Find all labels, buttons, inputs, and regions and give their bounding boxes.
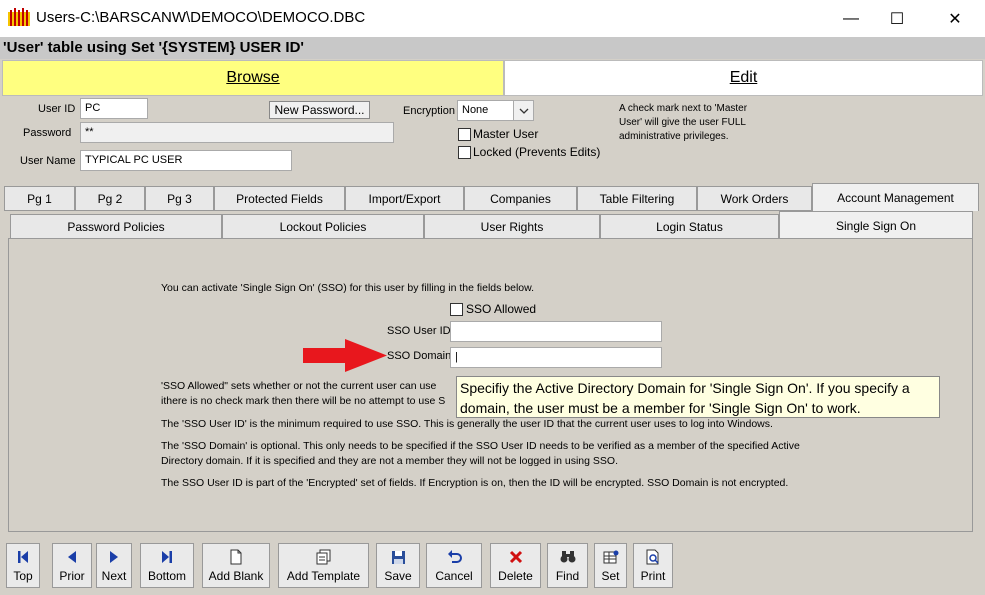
red-arrow-annotation <box>303 339 387 372</box>
next-button[interactable]: Next <box>96 543 132 588</box>
cancel-button[interactable]: Cancel <box>426 543 482 588</box>
binoculars-icon <box>560 549 576 565</box>
window-title: Users-C:\BARSCANW\DEMOCO\DEMOCO.DBC <box>36 9 366 26</box>
add-blank-button[interactable]: Add Blank <box>202 543 270 588</box>
toolbar-button-label: Top <box>13 569 33 583</box>
toolbar-button-label: Cancel <box>435 569 473 583</box>
delete-button[interactable]: Delete <box>490 543 541 588</box>
add-template-button[interactable]: Add Template <box>278 543 369 588</box>
toolbar-button-label: Print <box>640 569 666 583</box>
password-label: Password <box>23 127 72 139</box>
set-table-icon <box>603 549 619 565</box>
sso-domain-field[interactable]: | <box>450 347 662 368</box>
sso-domain-label: SSO Domain <box>387 350 452 362</box>
print-preview-icon <box>645 549 661 565</box>
password-field[interactable]: ** <box>80 122 394 143</box>
sso-allowed-help-line1: 'SSO Allowed" sets whether or not the cu… <box>161 380 437 392</box>
new-password-button[interactable]: New Password... <box>269 101 370 119</box>
locked-label: Locked (Prevents Edits) <box>473 145 601 159</box>
subtab-lockout-policies[interactable]: Lockout Policies <box>222 214 424 239</box>
sso-user-id-label: SSO User ID <box>387 325 451 337</box>
maximize-button[interactable]: ☐ <box>874 0 920 37</box>
tab-pg-3[interactable]: Pg 3 <box>145 186 214 211</box>
subtab-password-policies[interactable]: Password Policies <box>10 214 222 239</box>
locked-checkbox[interactable] <box>458 146 471 159</box>
subtab-login-status[interactable]: Login Status <box>600 214 779 239</box>
encryption-label: Encryption <box>403 105 455 117</box>
save-disk-icon <box>390 549 406 565</box>
user-id-label: User ID <box>38 103 76 115</box>
tab-pg-1[interactable]: Pg 1 <box>4 186 75 211</box>
master-user-note: A check mark next to 'Master User' will … <box>619 103 748 142</box>
user-name-field[interactable]: TYPICAL PC USER <box>80 150 292 171</box>
sso-user-id-field[interactable] <box>450 321 662 342</box>
set-button[interactable]: Set <box>594 543 627 588</box>
sso-domain-help-line2: Directory domain. If it is specified and… <box>161 455 618 467</box>
app-icon <box>8 8 30 26</box>
toolbar-button-label: Bottom <box>147 569 186 583</box>
sso-allowed-help-line2: ithere is no check mark then there will … <box>161 395 446 407</box>
sso-user-id-help: The 'SSO User ID' is the minimum require… <box>161 418 773 430</box>
tab-companies[interactable]: Companies <box>464 186 577 211</box>
chevron-down-icon[interactable] <box>513 101 533 120</box>
undo-icon <box>446 549 462 565</box>
tab-import-export[interactable]: Import/Export <box>345 186 464 211</box>
master-user-label: Master User <box>473 127 539 141</box>
bottom-icon <box>159 549 175 565</box>
subtab-user-rights[interactable]: User Rights <box>424 214 600 239</box>
close-button[interactable]: ✕ <box>932 0 978 37</box>
next-icon <box>106 549 122 565</box>
template-icon <box>316 549 332 565</box>
sso-encryption-help: The SSO User ID is part of the 'Encrypte… <box>161 477 789 489</box>
save-button[interactable]: Save <box>376 543 420 588</box>
tab-table-filtering[interactable]: Table Filtering <box>577 186 697 211</box>
tab-protected-fields[interactable]: Protected Fields <box>214 186 345 211</box>
top-icon <box>15 549 31 565</box>
toolbar-button-label: Prior <box>59 569 85 583</box>
toolbar-button-label: Add Template <box>286 569 361 583</box>
toolbar-button-label: Next <box>101 569 127 583</box>
toolbar-button-label: Delete <box>498 569 533 583</box>
prior-icon <box>64 549 80 565</box>
print-button[interactable]: Print <box>633 543 673 588</box>
user-name-label: User Name <box>20 155 76 167</box>
sso-allowed-label: SSO Allowed <box>466 302 537 316</box>
sso-allowed-checkbox[interactable] <box>450 303 463 316</box>
master-user-checkbox[interactable] <box>458 128 471 141</box>
minimize-button[interactable]: — <box>828 0 874 37</box>
toolbar-button-label: Save <box>384 569 412 583</box>
sso-intro: You can activate 'Single Sign On' (SSO) … <box>161 282 535 294</box>
delete-x-icon <box>508 549 524 565</box>
bottom-button[interactable]: Bottom <box>140 543 194 588</box>
top-button[interactable]: Top <box>6 543 40 588</box>
edit-mode-tab[interactable]: Edit <box>504 60 983 96</box>
toolbar-button-label: Add Blank <box>208 569 264 583</box>
tab-pg-2[interactable]: Pg 2 <box>75 186 145 211</box>
tab-work-orders[interactable]: Work Orders <box>697 186 812 211</box>
subtab-single-sign-on[interactable]: Single Sign On <box>779 211 973 239</box>
browse-mode-tab[interactable]: Browse <box>2 60 504 96</box>
toolbar-button-label: Find <box>555 569 580 583</box>
prior-button[interactable]: Prior <box>52 543 92 588</box>
table-heading: 'User' table using Set '{SYSTEM} USER ID… <box>0 37 985 59</box>
blank-page-icon <box>228 549 244 565</box>
sso-domain-help-line1: The 'SSO Domain' is optional. This only … <box>161 440 800 452</box>
user-id-field[interactable]: PC <box>80 98 148 119</box>
toolbar-button-label: Set <box>601 569 620 583</box>
encryption-value: None <box>462 104 489 116</box>
find-button[interactable]: Find <box>547 543 588 588</box>
sso-domain-tooltip: Specifiy the Active Directory Domain for… <box>456 376 940 418</box>
tab-account-management[interactable]: Account Management <box>812 183 979 211</box>
